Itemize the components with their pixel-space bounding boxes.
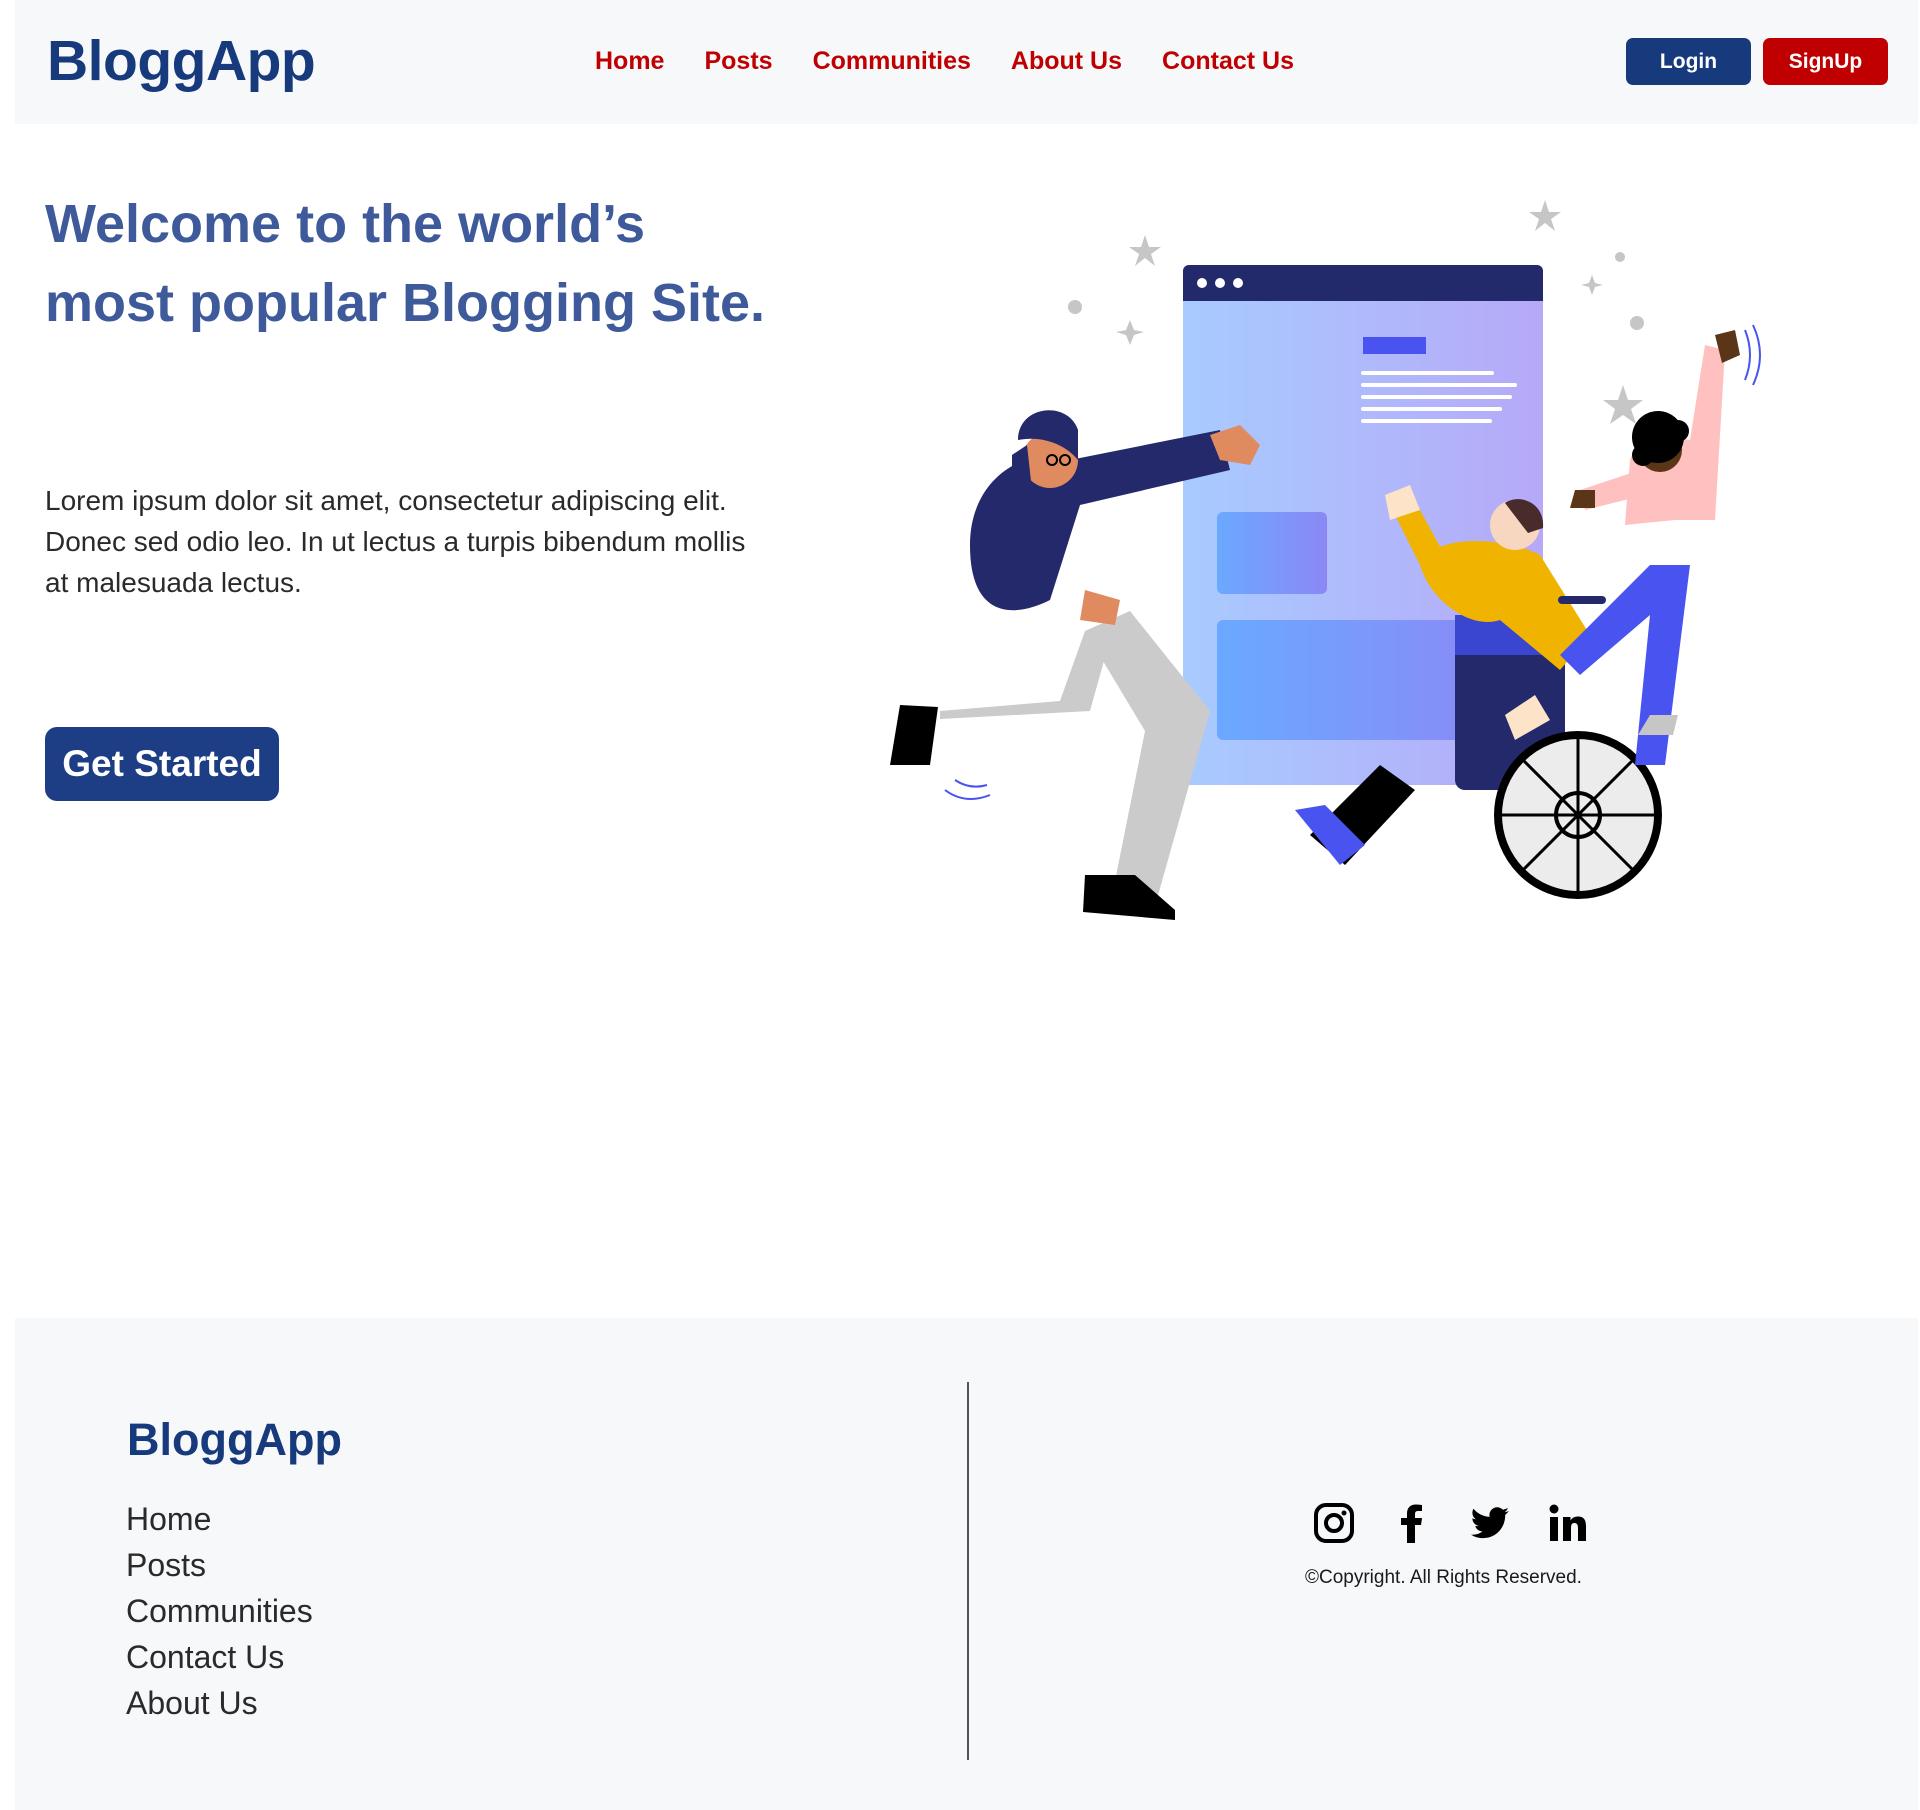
footer-link-posts[interactable]: Posts xyxy=(126,1542,313,1588)
facebook-icon[interactable] xyxy=(1391,1502,1433,1544)
nav-link-home[interactable]: Home xyxy=(595,40,664,82)
cheering-woman xyxy=(1560,324,1761,765)
instagram-icon[interactable] xyxy=(1313,1502,1355,1544)
nav-link-contact-us[interactable]: Contact Us xyxy=(1162,40,1294,82)
footer-nav: Home Posts Communities Contact Us About … xyxy=(126,1496,313,1726)
footer-link-communities[interactable]: Communities xyxy=(126,1588,313,1634)
nav-link-communities[interactable]: Communities xyxy=(813,40,971,82)
nav-link-posts[interactable]: Posts xyxy=(704,40,772,82)
footer-divider xyxy=(967,1382,969,1760)
signup-button[interactable]: SignUp xyxy=(1763,38,1888,85)
twitter-icon[interactable] xyxy=(1469,1502,1511,1544)
hero-illustration xyxy=(890,200,1761,920)
footer-link-about-us[interactable]: About Us xyxy=(126,1680,313,1726)
footer-brand[interactable]: BloggApp xyxy=(127,1413,342,1467)
footer-link-home[interactable]: Home xyxy=(126,1496,313,1542)
main-nav: Home Posts Communities About Us Contact … xyxy=(595,40,1294,82)
footer: BloggApp Home Posts Communities Contact … xyxy=(15,1318,1918,1810)
linkedin-icon[interactable] xyxy=(1547,1502,1589,1544)
get-started-button[interactable]: Get Started xyxy=(45,727,279,801)
navbar: BloggApp Home Posts Communities About Us… xyxy=(15,0,1918,124)
brand-logo[interactable]: BloggApp xyxy=(47,26,316,96)
social-links xyxy=(1313,1502,1589,1544)
nav-link-about-us[interactable]: About Us xyxy=(1011,40,1122,82)
hero-title: Welcome to the world’s most popular Blog… xyxy=(45,194,765,333)
hero-description: Lorem ipsum dolor sit amet, consectetur … xyxy=(45,485,746,598)
footer-link-contact-us[interactable]: Contact Us xyxy=(126,1634,313,1680)
copyright-text: ©Copyright. All Rights Reserved. xyxy=(1305,1567,1582,1588)
auth-buttons: Login SignUp xyxy=(1626,38,1888,85)
login-button[interactable]: Login xyxy=(1626,38,1751,85)
